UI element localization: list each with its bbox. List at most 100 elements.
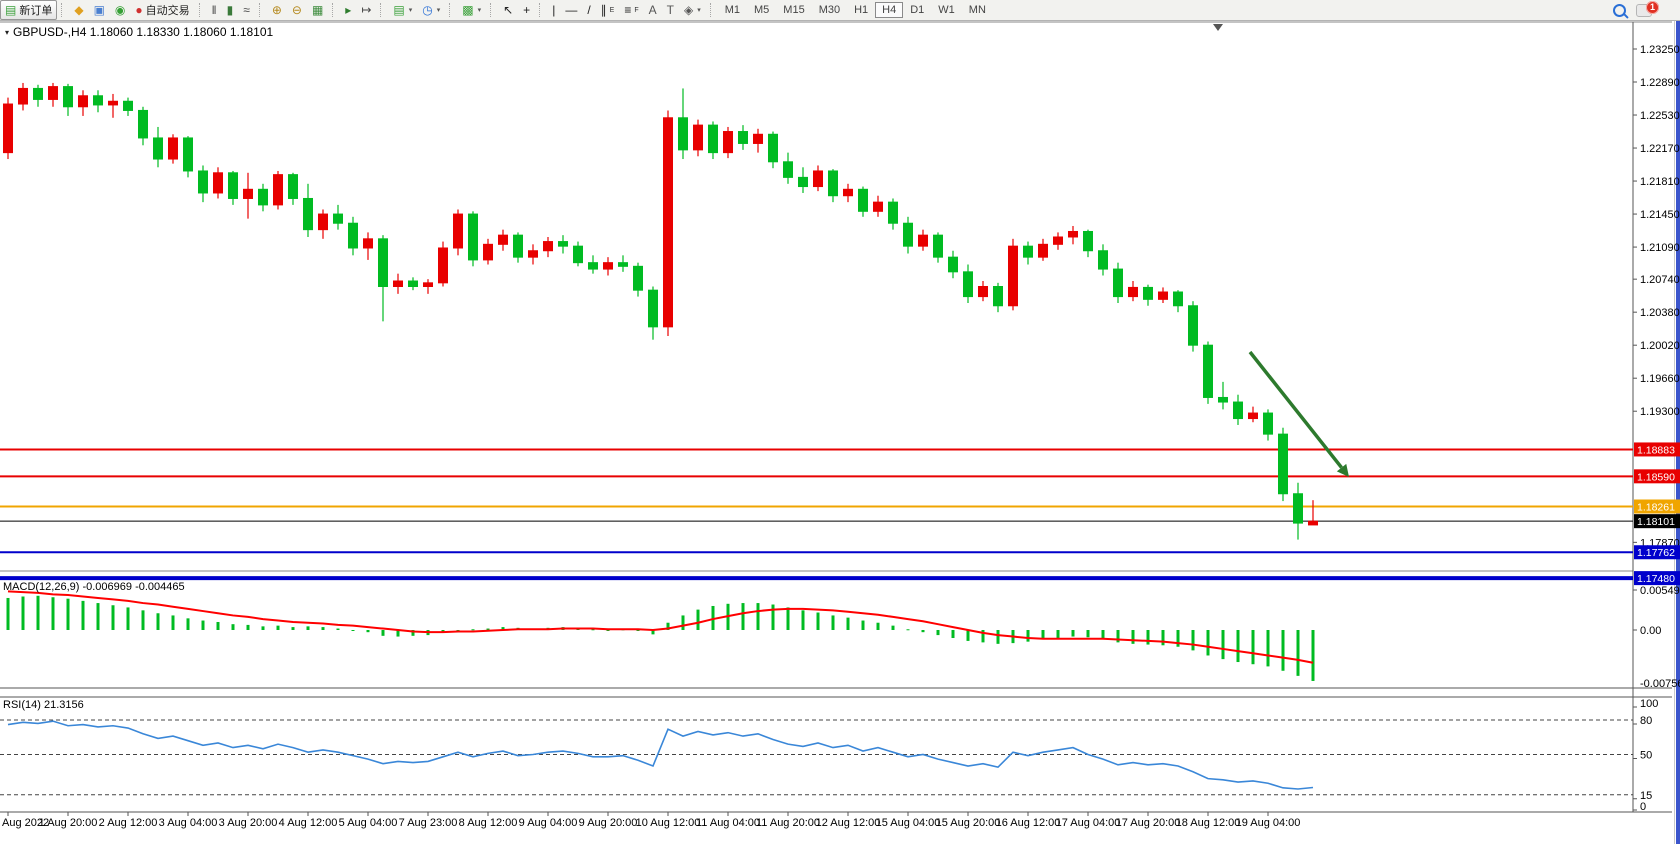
price-line-badges: 1.188831.185901.182611.181011.177621.174… [1634, 442, 1680, 585]
svg-text:MACD(12,26,9) -0.006969 -0.004: MACD(12,26,9) -0.006969 -0.004465 [3, 581, 185, 593]
text-label-button[interactable]: T [662, 0, 679, 20]
zoom-out-button[interactable]: ⊖ [287, 0, 307, 20]
fibonacci-icon: ≡ [624, 3, 631, 17]
bar-chart-icon: ‖ [212, 3, 217, 17]
fibonacci-button[interactable]: ≡F [619, 0, 643, 20]
timeframe-m30-button[interactable]: M30 [812, 2, 847, 18]
notification-badge: 1 [1646, 1, 1659, 14]
horizontal-line-button[interactable]: — [560, 0, 582, 20]
svg-text:1.17480: 1.17480 [1637, 573, 1675, 585]
svg-text:19 Aug 04:00: 19 Aug 04:00 [1236, 817, 1301, 829]
chart-shift-button[interactable]: ↦ [356, 0, 376, 20]
autoscroll-icon: ▸ [345, 3, 351, 17]
svg-text:4 Aug 12:00: 4 Aug 12:00 [279, 817, 338, 829]
svg-text:100: 100 [1640, 698, 1658, 710]
autoscroll-button[interactable]: ▸ [340, 0, 356, 20]
svg-text:1.18590: 1.18590 [1637, 471, 1675, 483]
candlestick-chart-button[interactable]: ▮ [222, 0, 239, 20]
zoom-out-icon: ⊖ [292, 3, 302, 17]
svg-text:1.20020: 1.20020 [1640, 340, 1680, 352]
chevron-down-icon: ▾ [437, 6, 441, 14]
rsi-pane[interactable]: RSI(14) 21.31561008050150 [0, 698, 1658, 813]
channel-button[interactable]: ∥E [596, 0, 620, 20]
bar-chart-button[interactable]: ‖ [207, 0, 222, 20]
chevron-down-icon: ▾ [697, 6, 701, 14]
timeframe-h4-button[interactable]: H4 [875, 2, 903, 18]
toolbar: ▤新订单◆▣◉●自动交易‖▮≈⊕⊖▦▸↦▤▾◷▾▩▾↖+|—/∥E≡FAT◈▾M… [0, 0, 1680, 21]
horizontal-price-lines[interactable] [0, 449, 1633, 578]
data-window-button[interactable]: ▣ [89, 0, 110, 20]
svg-text:1.22530: 1.22530 [1640, 110, 1680, 122]
chart-shift-marker [1213, 24, 1223, 31]
vertical-line-button[interactable]: | [547, 0, 560, 20]
svg-text:3 Aug 20:00: 3 Aug 20:00 [219, 817, 278, 829]
svg-text:50: 50 [1640, 750, 1652, 762]
svg-text:1.21450: 1.21450 [1640, 209, 1680, 221]
signals-button[interactable]: ◉ [110, 0, 130, 20]
toolbar-separator [61, 3, 66, 17]
templates-dropdown[interactable]: ▩▾ [457, 0, 486, 20]
svg-text:11 Aug 04:00: 11 Aug 04:00 [696, 817, 760, 829]
autotrading-button-label: 自动交易 [146, 2, 190, 18]
toolbar-separator [710, 3, 715, 17]
timeframe-m15-button[interactable]: M15 [776, 2, 811, 18]
svg-text:8 Aug 12:00: 8 Aug 12:00 [459, 817, 518, 829]
crosshair-button[interactable]: + [518, 0, 535, 20]
toolbar-separator [539, 3, 544, 17]
templates-icon: ▩ [462, 3, 473, 17]
svg-text:1.22890: 1.22890 [1640, 77, 1680, 89]
chevron-down-icon: ▾ [409, 6, 413, 14]
zoom-in-button[interactable]: ⊕ [267, 0, 287, 20]
timeframe-mn-button[interactable]: MN [962, 2, 993, 18]
new-chart-icon: ▤ [393, 3, 404, 17]
svg-text:17 Aug 04:00: 17 Aug 04:00 [1056, 817, 1121, 829]
line-chart-icon: ≈ [243, 3, 250, 17]
shapes-dropdown[interactable]: ◈▾ [679, 0, 706, 20]
channel-icon: ∥ [601, 3, 607, 17]
crosshair-icon: + [523, 3, 530, 17]
new-order-icon: ▤ [5, 3, 16, 17]
svg-text:1.21090: 1.21090 [1640, 242, 1680, 254]
toolbar-separator [199, 3, 204, 17]
candlestick-chart-icon: ▮ [227, 3, 234, 17]
chevron-down-icon: ▾ [478, 6, 482, 14]
chart-shift-icon: ↦ [361, 3, 371, 17]
svg-text:17 Aug 20:00: 17 Aug 20:00 [1116, 817, 1181, 829]
toolbar-right-group: 1 [1613, 4, 1680, 17]
new-chart-dropdown[interactable]: ▤▾ [388, 0, 417, 20]
candlesticks[interactable] [4, 83, 1318, 540]
svg-text:9 Aug 20:00: 9 Aug 20:00 [579, 817, 638, 829]
svg-text:1.18883: 1.18883 [1637, 444, 1675, 456]
notifications-chat-icon[interactable]: 1 [1636, 4, 1652, 17]
timeframe-h1-button[interactable]: H1 [847, 2, 875, 18]
periods-dropdown[interactable]: ◷▾ [417, 0, 445, 20]
chart-window-title: ▾ GBPUSD-,H4 1.18060 1.18330 1.18060 1.1… [5, 25, 273, 39]
timeframe-d1-button[interactable]: D1 [903, 2, 931, 18]
timeframe-m5-button[interactable]: M5 [747, 2, 776, 18]
chart-collapse-icon[interactable]: ▾ [5, 28, 9, 37]
new-order-button[interactable]: ▤新订单 [0, 0, 57, 20]
svg-text:1.22170: 1.22170 [1640, 143, 1680, 155]
toolbar-separator [259, 3, 264, 17]
cursor-button[interactable]: ↖ [498, 0, 518, 20]
svg-text:16 Aug 12:00: 16 Aug 12:00 [996, 817, 1061, 829]
macd-pane[interactable]: MACD(12,26,9) -0.006969 -0.0044650.00549… [3, 581, 1680, 690]
search-icon[interactable] [1613, 4, 1626, 17]
trendline-button[interactable]: / [582, 0, 595, 20]
autotrading-icon: ● [135, 3, 142, 17]
market-watch-button[interactable]: ◆ [69, 0, 88, 20]
svg-text:15: 15 [1640, 790, 1652, 802]
svg-text:1.18101: 1.18101 [1637, 516, 1675, 528]
autotrading-button[interactable]: ● 自动交易 [130, 0, 194, 20]
line-chart-button[interactable]: ≈ [238, 0, 255, 20]
data-window-icon: ▣ [94, 3, 105, 17]
timeframe-w1-button[interactable]: W1 [931, 2, 962, 18]
tile-windows-button[interactable]: ▦ [307, 0, 328, 20]
text-button[interactable]: A [644, 0, 662, 20]
market-watch-icon: ◆ [74, 3, 83, 17]
timeframe-m1-button[interactable]: M1 [718, 2, 747, 18]
chart-canvas[interactable]: 1.232501.228901.225301.221701.218101.214… [0, 20, 1680, 844]
svg-text:1.23250: 1.23250 [1640, 44, 1680, 56]
toolbar-separator [380, 3, 385, 17]
svg-text:9 Aug 04:00: 9 Aug 04:00 [519, 817, 578, 829]
